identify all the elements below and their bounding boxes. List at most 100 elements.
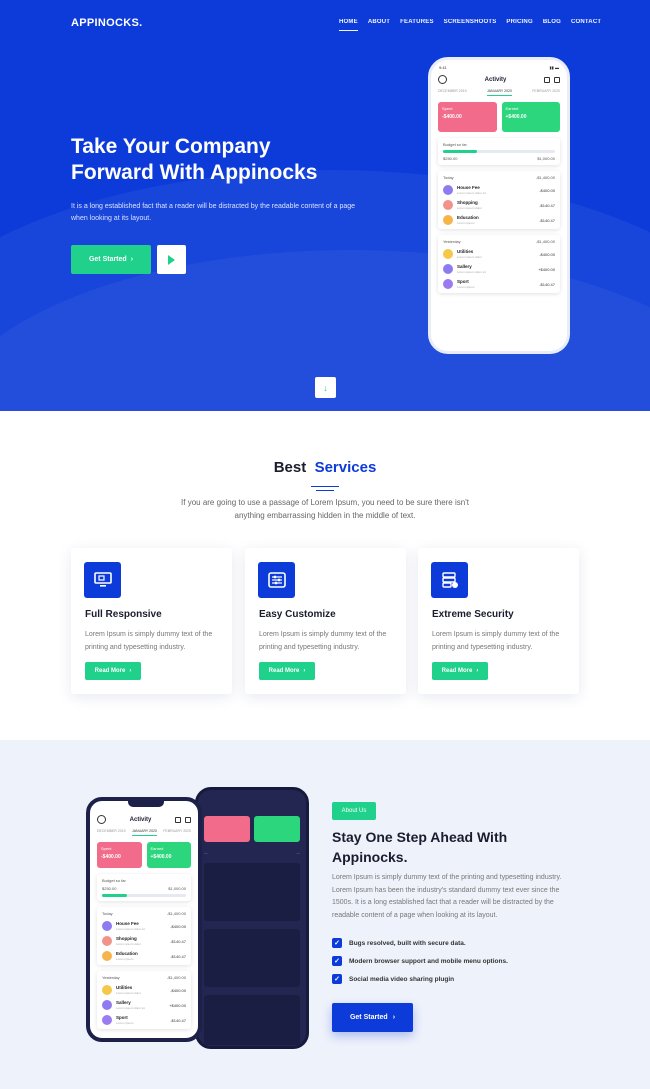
profile-icon (97, 815, 106, 824)
play-video-button[interactable] (157, 245, 186, 274)
logo[interactable]: APPINOCKS. (71, 17, 142, 29)
transaction-amount: -$400.00 (170, 987, 186, 993)
transaction-sub: Lorem ipsum dolor (457, 206, 482, 210)
nav-screenshoots[interactable]: SCREENSHOOTS (444, 19, 497, 25)
category-icon (443, 185, 453, 195)
phone-month-tabs: DECEMBER 2019 JANUARY 2020 FEBRUARY 2020 (431, 84, 567, 96)
category-icon (102, 951, 112, 961)
phone-status-bar: 9:41 ▮▮ ▬ (439, 65, 559, 70)
service-card: Full Responsive Lorem Ipsum is simply du… (71, 548, 232, 694)
read-more-button[interactable]: Read More › (259, 662, 315, 680)
read-more-button[interactable]: Read More › (85, 662, 141, 680)
transaction-amount: -$140.47 (170, 1017, 186, 1023)
transaction-amount: -$140.47 (170, 938, 186, 944)
hero-section: APPINOCKS. HOME ABOUT FEATURES SCREENSHO… (0, 0, 650, 411)
transaction-row: Shopping Lorem ipsum dolor -$140.47 (443, 200, 555, 210)
nav-home[interactable]: HOME (339, 19, 358, 31)
phone-mockup-dark: — — (195, 787, 309, 1049)
yesterday-box: Yesterday -$1,400.00 Utilities Lorem ipsu… (438, 235, 560, 293)
transaction-name: Sallery (116, 1000, 131, 1005)
server-lock-icon (431, 562, 468, 598)
category-icon (102, 921, 112, 931)
transaction-name: Sallery (457, 264, 472, 269)
nav-features[interactable]: FEATURES (400, 19, 434, 25)
transaction-sub: Lorem ipsum dolor sit (457, 270, 486, 274)
phone-notch (128, 801, 164, 807)
title-underline (311, 486, 339, 487)
transaction-row: Utilities Lorem ipsum dolor -$400.00 (102, 985, 186, 995)
transaction-row: Sport Lorem ipsum -$140.47 (443, 279, 555, 289)
category-icon (443, 264, 453, 274)
category-icon (102, 1015, 112, 1025)
signal-icon: ▮▮ ▬ (549, 65, 559, 70)
checkbox-icon: ✓ (332, 974, 342, 984)
transaction-name: Utilities (116, 985, 133, 990)
transaction-amount: -$400.00 (170, 923, 186, 929)
nav-about[interactable]: ABOUT (368, 19, 390, 25)
play-icon (168, 254, 175, 265)
calendar-icon (185, 816, 191, 823)
transaction-row: Education Lorem ipsum -$140.47 (443, 215, 555, 225)
transaction-row: Sallery Lorem ipsum dolor sit +$400.00 (443, 264, 555, 274)
services-title: Best Services (273, 459, 377, 476)
transaction-amount: -$400.00 (539, 251, 555, 257)
profile-icon (438, 75, 447, 84)
services-subtitle: If you are going to use a passage of Lor… (181, 498, 469, 520)
nav-pricing[interactable]: PRICING (506, 19, 532, 25)
transaction-amount: +$400.00 (169, 1002, 186, 1008)
about-text: Lorem Ipsum is simply dummy text of the … (332, 874, 562, 919)
transaction-row: Shopping Lorem ipsum dolor -$140.47 (102, 936, 186, 946)
phone-title: Activity (484, 76, 507, 83)
transaction-sub: Lorem ipsum (116, 957, 134, 961)
about-title: Stay One Step Ahead With Appinocks. (332, 829, 508, 865)
transaction-row: Education Lorem ipsum -$140.47 (102, 951, 186, 961)
about-get-started-button[interactable]: Get Started › (332, 1003, 413, 1032)
nav-contact[interactable]: CONTACT (571, 19, 601, 25)
chevron-right-icon: › (303, 668, 306, 674)
get-started-button[interactable]: Get Started › (71, 245, 151, 274)
earned-card: Earned +$400.00 (501, 102, 560, 132)
transaction-name: Sport (457, 279, 469, 284)
transaction-name: Education (116, 951, 138, 956)
transaction-sub: Lorem ipsum (457, 285, 475, 289)
category-icon (443, 279, 453, 289)
transaction-amount: +$400.00 (538, 266, 555, 272)
chevron-right-icon: › (476, 668, 479, 674)
title-underline (316, 490, 334, 491)
today-box: Today -$1,400.00 House Fee Lorem ipsum do… (438, 171, 560, 229)
read-more-button[interactable]: Read More › (432, 662, 488, 680)
category-icon (443, 200, 453, 210)
transaction-amount: -$140.47 (539, 202, 555, 208)
chevron-right-icon: › (130, 256, 134, 263)
spent-card: Spent -$400.00 (438, 102, 497, 132)
scroll-down-button[interactable]: ↓ (315, 377, 336, 398)
service-card: Easy Customize Lorem Ipsum is simply dum… (245, 548, 406, 694)
transaction-sub: Lorem ipsum dolor (116, 942, 141, 946)
transaction-name: Sport (116, 1015, 128, 1020)
category-icon (443, 215, 453, 225)
category-icon (102, 985, 112, 995)
transaction-name: Shopping (116, 936, 137, 941)
transaction-sub: Lorem ipsum (116, 1021, 134, 1025)
budget-box: Budget so far $250.00 $1,000.00 (438, 138, 560, 165)
chevron-right-icon: › (392, 1014, 396, 1021)
transaction-amount: -$140.47 (539, 281, 555, 287)
phone-mockup: 9:41 ▮▮ ▬ Activity DECEMBER 2019 JANUARY… (428, 57, 570, 354)
transaction-row: Sallery Lorem ipsum dolor sit +$400.00 (102, 1000, 186, 1010)
transaction-amount: -$140.47 (539, 217, 555, 223)
transaction-row: House Fee Lorem ipsum dolor sit -$400.00 (443, 185, 555, 195)
nav-blog[interactable]: BLOG (543, 19, 561, 25)
transaction-name: Shopping (457, 200, 478, 205)
category-icon (443, 249, 453, 259)
phone-mockup-light: Activity DECEMBER 2019 JANUARY 2020 FEBR… (86, 797, 202, 1042)
transaction-amount: -$400.00 (539, 187, 555, 193)
transaction-name: Education (457, 215, 479, 220)
transaction-row: House Fee Lorem ipsum dolor sit -$400.00 (102, 921, 186, 931)
service-card: Extreme Security Lorem Ipsum is simply d… (418, 548, 579, 694)
checkbox-icon: ✓ (332, 956, 342, 966)
feature-check-item: ✓ Bugs resolved, built with secure data. (332, 938, 466, 948)
transaction-amount: -$140.47 (170, 953, 186, 959)
feature-check-item: ✓ Social media video sharing plugin (332, 974, 454, 984)
calendar-icon (554, 76, 560, 83)
category-icon (102, 936, 112, 946)
